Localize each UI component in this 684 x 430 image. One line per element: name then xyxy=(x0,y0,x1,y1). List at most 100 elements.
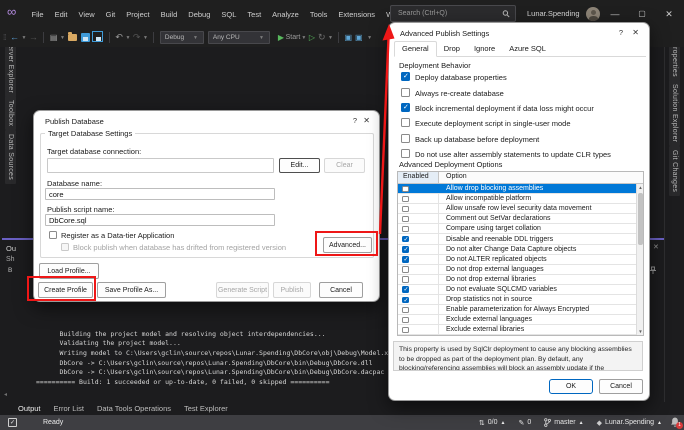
menu-item[interactable]: Project xyxy=(121,10,155,19)
option-checkbox[interactable] xyxy=(402,296,409,304)
hscroll-left-icon[interactable]: ◂ xyxy=(4,391,7,398)
solution-explorer-icon[interactable]: ▣ xyxy=(355,28,363,47)
close-icon[interactable]: ✕ xyxy=(363,116,370,125)
db-name-field[interactable]: core xyxy=(45,188,275,200)
table-row[interactable]: Allow drop blocking assemblies xyxy=(398,184,636,195)
save-all-icon[interactable] xyxy=(91,31,103,42)
option-checkbox[interactable] xyxy=(402,185,409,192)
scrollbar-thumb[interactable] xyxy=(638,193,643,245)
status-line-info[interactable]: ⇅ 0/0 ▲ xyxy=(479,419,506,427)
behavior-checkbox[interactable] xyxy=(401,149,410,158)
close-icon[interactable]: ✕ xyxy=(632,28,639,37)
help-icon[interactable]: ? xyxy=(619,28,623,37)
notification-badge[interactable]: 1 xyxy=(676,422,683,429)
option-checkbox[interactable] xyxy=(402,215,409,223)
behavior-checkbox[interactable] xyxy=(401,88,410,97)
panel-tab[interactable]: Error List xyxy=(54,404,84,413)
new-project-icon[interactable]: ▤ xyxy=(50,28,58,47)
table-row[interactable]: Allow unsafe row level security data mov… xyxy=(398,204,636,215)
start-without-debug-icon[interactable]: ▷ xyxy=(309,28,315,47)
start-dropdown-icon[interactable]: ▼ xyxy=(301,35,306,41)
menu-item[interactable]: Test xyxy=(242,10,267,19)
register-dac-label[interactable]: Register as a Data-tier Application xyxy=(61,231,174,240)
behavior-checkbox[interactable] xyxy=(401,103,410,112)
undo-icon[interactable]: ↶ xyxy=(115,28,123,47)
option-checkbox[interactable] xyxy=(402,316,409,324)
behavior-checkbox[interactable] xyxy=(401,118,410,127)
option-column-header[interactable]: Option xyxy=(439,172,643,183)
navigate-back-dropdown-icon[interactable]: ▼ xyxy=(21,35,26,41)
settings-tab[interactable]: Drop xyxy=(437,42,467,56)
help-icon[interactable]: ? xyxy=(353,116,357,125)
table-row[interactable]: Comment out SetVar declarations xyxy=(398,214,636,225)
settings-tab[interactable]: Azure SQL xyxy=(502,42,553,56)
table-row[interactable]: Do not alter Change Data Capture objects xyxy=(398,244,636,255)
toolbar-overflow-icon[interactable]: ▼ xyxy=(367,35,372,41)
panel-close-icon[interactable]: ✕ xyxy=(653,243,659,251)
table-row[interactable]: Enable parameterization for Always Encry… xyxy=(398,305,636,316)
start-debug-icon[interactable]: ▶ xyxy=(278,28,284,47)
table-row[interactable]: Exclude external libraries xyxy=(398,325,636,335)
panel-tab[interactable]: Data Tools Operations xyxy=(97,404,171,413)
undo-dropdown-icon[interactable]: ▼ xyxy=(125,35,130,41)
sidebar-tab-toolbox[interactable]: Toolbox xyxy=(5,96,16,131)
menu-item[interactable]: Analyze xyxy=(267,10,305,19)
search-input[interactable]: Search (Ctrl+Q) xyxy=(390,5,516,22)
save-profile-as-button[interactable]: Save Profile As... xyxy=(97,282,166,298)
sidebar-tab-solution-explorer[interactable]: Solution Explorer xyxy=(669,80,680,147)
panel-tab[interactable]: Test Explorer xyxy=(184,404,228,413)
account-avatar[interactable] xyxy=(586,7,600,21)
menu-item[interactable]: Git xyxy=(100,10,121,19)
save-icon[interactable] xyxy=(80,33,90,42)
scroll-up-icon[interactable]: ▲ xyxy=(637,185,644,190)
option-checkbox[interactable] xyxy=(402,306,409,314)
enabled-column-header[interactable]: Enabled xyxy=(398,172,439,183)
navigate-back-icon[interactable]: ← xyxy=(10,28,19,47)
settings-tab[interactable]: General xyxy=(394,41,437,57)
option-checkbox[interactable] xyxy=(402,246,409,253)
menu-item[interactable]: Extensions xyxy=(333,10,381,19)
cancel-button[interactable]: Cancel xyxy=(319,282,363,298)
table-row[interactable]: Exclude external languages xyxy=(398,315,636,326)
close-button[interactable]: ✕ xyxy=(657,0,681,28)
status-repo[interactable]: ◆ Lunar.Spending ▲ xyxy=(597,419,662,427)
panel-tab[interactable]: Output xyxy=(18,404,41,413)
option-checkbox[interactable] xyxy=(402,205,409,213)
table-row[interactable]: Do not evaluate SQLCMD variables xyxy=(398,284,636,296)
menu-item[interactable]: SQL xyxy=(216,10,242,19)
background-tasks-icon[interactable]: ✓ xyxy=(8,418,17,427)
option-checkbox[interactable] xyxy=(402,195,409,203)
table-row[interactable]: Compare using target collation xyxy=(398,224,636,235)
find-in-files-icon[interactable]: ▣ xyxy=(344,28,352,47)
status-pending-edits[interactable]: ✎ 0 xyxy=(518,419,531,427)
menu-item[interactable]: File xyxy=(26,10,49,19)
register-dac-checkbox[interactable] xyxy=(49,231,57,239)
connection-field[interactable] xyxy=(47,158,274,173)
menu-item[interactable]: Edit xyxy=(49,10,73,19)
table-scrollbar[interactable]: ▲ ▼ xyxy=(636,184,643,335)
new-project-dropdown-icon[interactable]: ▼ xyxy=(60,35,65,41)
status-branch[interactable]: master ▲ xyxy=(544,418,584,427)
option-checkbox[interactable] xyxy=(402,276,409,283)
menu-item[interactable]: Tools xyxy=(304,10,333,19)
solution-platform-dropdown[interactable]: Any CPU ▼ xyxy=(207,31,270,44)
start-debug-label[interactable]: Start xyxy=(286,34,301,41)
table-row[interactable]: Drop statistics not in source xyxy=(398,295,636,306)
cancel-button[interactable]: Cancel xyxy=(599,379,643,394)
sidebar-tab-data-sources[interactable]: Data Sources xyxy=(5,130,16,185)
option-checkbox[interactable] xyxy=(402,235,409,243)
sidebar-tab-git-changes[interactable]: Git Changes xyxy=(669,146,680,197)
table-row[interactable]: Do not drop external languages xyxy=(398,264,636,275)
behavior-checkbox[interactable] xyxy=(401,72,410,81)
panel-pin-icon[interactable] xyxy=(649,266,657,275)
table-row[interactable]: Disable and reenable DDL triggers xyxy=(398,234,636,245)
option-checkbox[interactable] xyxy=(402,225,409,233)
table-row[interactable]: Allow incompatible platform xyxy=(398,194,636,205)
scroll-down-icon[interactable]: ▼ xyxy=(637,329,644,334)
menu-item[interactable]: Debug xyxy=(183,10,216,19)
settings-tab[interactable]: Ignore xyxy=(467,42,502,56)
edit-button[interactable]: Edit... xyxy=(279,158,320,173)
option-checkbox[interactable] xyxy=(402,286,409,293)
option-checkbox[interactable] xyxy=(402,266,409,273)
script-name-field[interactable]: DbCore.sql xyxy=(45,214,275,226)
